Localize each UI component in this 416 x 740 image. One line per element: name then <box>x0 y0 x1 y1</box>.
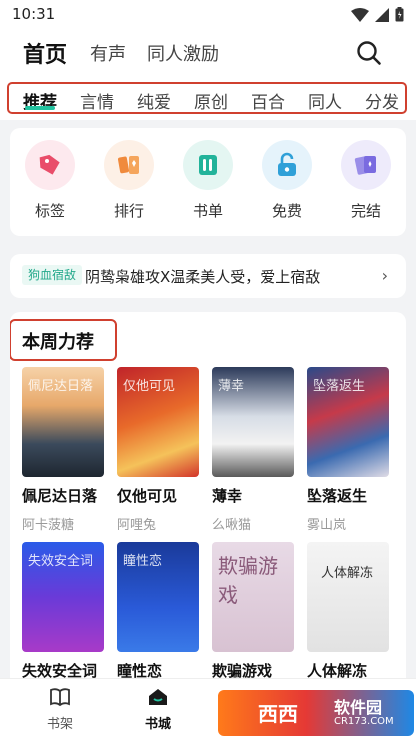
bottom-tab-bookstore[interactable]: 书城 <box>128 687 188 732</box>
cards-icon <box>341 140 391 190</box>
wifi-icon <box>351 7 369 22</box>
signal-icon <box>375 7 389 22</box>
category-fanfic[interactable]: 同人 <box>308 88 342 113</box>
watermark-text: 西西 <box>258 702 298 726</box>
status-bar: 10:31 <box>0 0 416 30</box>
book-cover-title: 失效安全词 <box>28 554 94 569</box>
category-danmei[interactable]: 纯爱 <box>137 88 171 113</box>
promo-text: 阴鸷枭雄攻X温柔美人受，爱上宿敌 <box>85 268 321 286</box>
home-icon <box>149 689 167 705</box>
book-card[interactable]: 仅他可见 仅他可见 阿哩兔 <box>117 367 199 533</box>
book-cover-title: 仅他可见 <box>123 379 176 394</box>
book-card[interactable]: 人体解冻 人体解冻 <box>307 542 389 681</box>
category-romance[interactable]: 言情 <box>80 88 114 113</box>
book-cover: 瞳性恋 <box>117 542 199 652</box>
book-card[interactable]: 佩尼达日落 佩尼达日落 阿卡菠糖 <box>22 367 104 533</box>
category-yuri[interactable]: 百合 <box>251 88 285 113</box>
book-cover-title: 坠落返生 <box>313 379 366 394</box>
quick-entry-label: 排行 <box>113 202 144 220</box>
quick-entry-tags[interactable]: 标签 <box>20 140 80 221</box>
book-cover-title: 瞳性恋 <box>123 554 163 569</box>
section-title: 本周力荐 <box>22 332 94 353</box>
book-cover-title: 薄幸 <box>218 379 245 394</box>
book-author: 阿哩兔 <box>117 518 157 533</box>
weekly-recommend-section: 本周力荐 佩尼达日落 佩尼达日落 阿卡菠糖 仅他可见 仅他可见 阿哩兔 薄幸 薄… <box>10 312 406 692</box>
watermark-url: CR173.COM <box>334 716 394 727</box>
book-card[interactable]: 坠落返生 坠落返生 雾山岚 <box>307 367 389 533</box>
book-author: 么啾猫 <box>212 518 252 533</box>
tag-icon <box>25 140 75 190</box>
unlock-icon <box>262 140 312 190</box>
book-cover: 失效安全词 <box>22 542 104 652</box>
book-title: 佩尼达日落 <box>22 487 98 505</box>
book-card[interactable]: 薄幸 薄幸 么啾猫 <box>212 367 294 533</box>
bottom-tab-label: 书城 <box>144 717 171 732</box>
chevron-right-icon: › <box>381 266 388 285</box>
book-cover: 薄幸 <box>212 367 294 477</box>
promo-banner[interactable]: 狗血宿敌 阴鸷枭雄攻X温柔美人受，爱上宿敌 › <box>10 254 406 298</box>
book-open-icon <box>50 688 70 707</box>
book-cover-title: 佩尼达日落 <box>28 379 94 394</box>
book-cover-title: 欺骗游戏 <box>218 554 278 607</box>
category-tabs: 推荐 言情 纯爱 原创 百合 同人 分发 <box>0 76 416 120</box>
book-author: 阿卡菠糖 <box>22 518 75 533</box>
book-title: 坠落返生 <box>307 487 368 505</box>
quick-entry-ranking[interactable]: 排行 <box>99 140 159 221</box>
booklist-icon <box>183 140 233 190</box>
status-time: 10:31 <box>12 5 56 23</box>
active-tab-indicator <box>25 106 55 110</box>
bottom-tab-label: 书架 <box>46 717 73 732</box>
site-watermark: 西西 软件园 CR173.COM <box>218 690 414 736</box>
book-cover: 仅他可见 <box>117 367 199 477</box>
quick-entry-booklist[interactable]: 书单 <box>178 140 238 221</box>
quick-entry-label: 书单 <box>192 202 223 220</box>
book-cover: 佩尼达日落 <box>22 367 104 477</box>
watermark-text: 软件园 <box>334 698 383 717</box>
search-icon[interactable] <box>356 40 382 66</box>
quick-entry-label: 完结 <box>350 202 381 220</box>
quick-entry-completed[interactable]: 完结 <box>336 140 396 221</box>
promo-tag: 狗血宿敌 <box>22 265 83 285</box>
book-cover: 人体解冻 <box>307 542 389 652</box>
quick-entry-free[interactable]: 免费 <box>257 140 317 221</box>
bottom-tab-bookshelf[interactable]: 书架 <box>30 687 90 732</box>
top-nav: 首页 有声 同人激励 <box>0 30 416 76</box>
quick-entry-panel: 标签 排行 书单 免费 完结 <box>10 128 406 236</box>
category-distribute[interactable]: 分发 <box>365 88 399 113</box>
book-author: 雾山岚 <box>307 518 347 533</box>
book-card[interactable]: 瞳性恋 瞳性恋 <box>117 542 199 681</box>
ranking-icon <box>104 140 154 190</box>
quick-entry-label: 标签 <box>34 202 65 220</box>
battery-icon <box>395 7 404 22</box>
tab-audio[interactable]: 有声 <box>90 40 126 66</box>
book-cover-title: 人体解冻 <box>321 566 374 581</box>
category-original[interactable]: 原创 <box>194 88 228 113</box>
system-icons <box>351 7 404 22</box>
book-title: 仅他可见 <box>117 487 178 505</box>
book-cover: 坠落返生 <box>307 367 389 477</box>
book-card[interactable]: 失效安全词 失效安全词 <box>22 542 104 681</box>
book-title: 薄幸 <box>212 487 243 505</box>
tab-home[interactable]: 首页 <box>23 37 67 69</box>
quick-entry-label: 免费 <box>271 202 302 220</box>
tab-fanfic-incentive[interactable]: 同人激励 <box>147 40 219 66</box>
book-card[interactable]: 欺骗游戏 欺骗游戏 <box>212 542 294 681</box>
book-cover: 欺骗游戏 <box>212 542 294 652</box>
